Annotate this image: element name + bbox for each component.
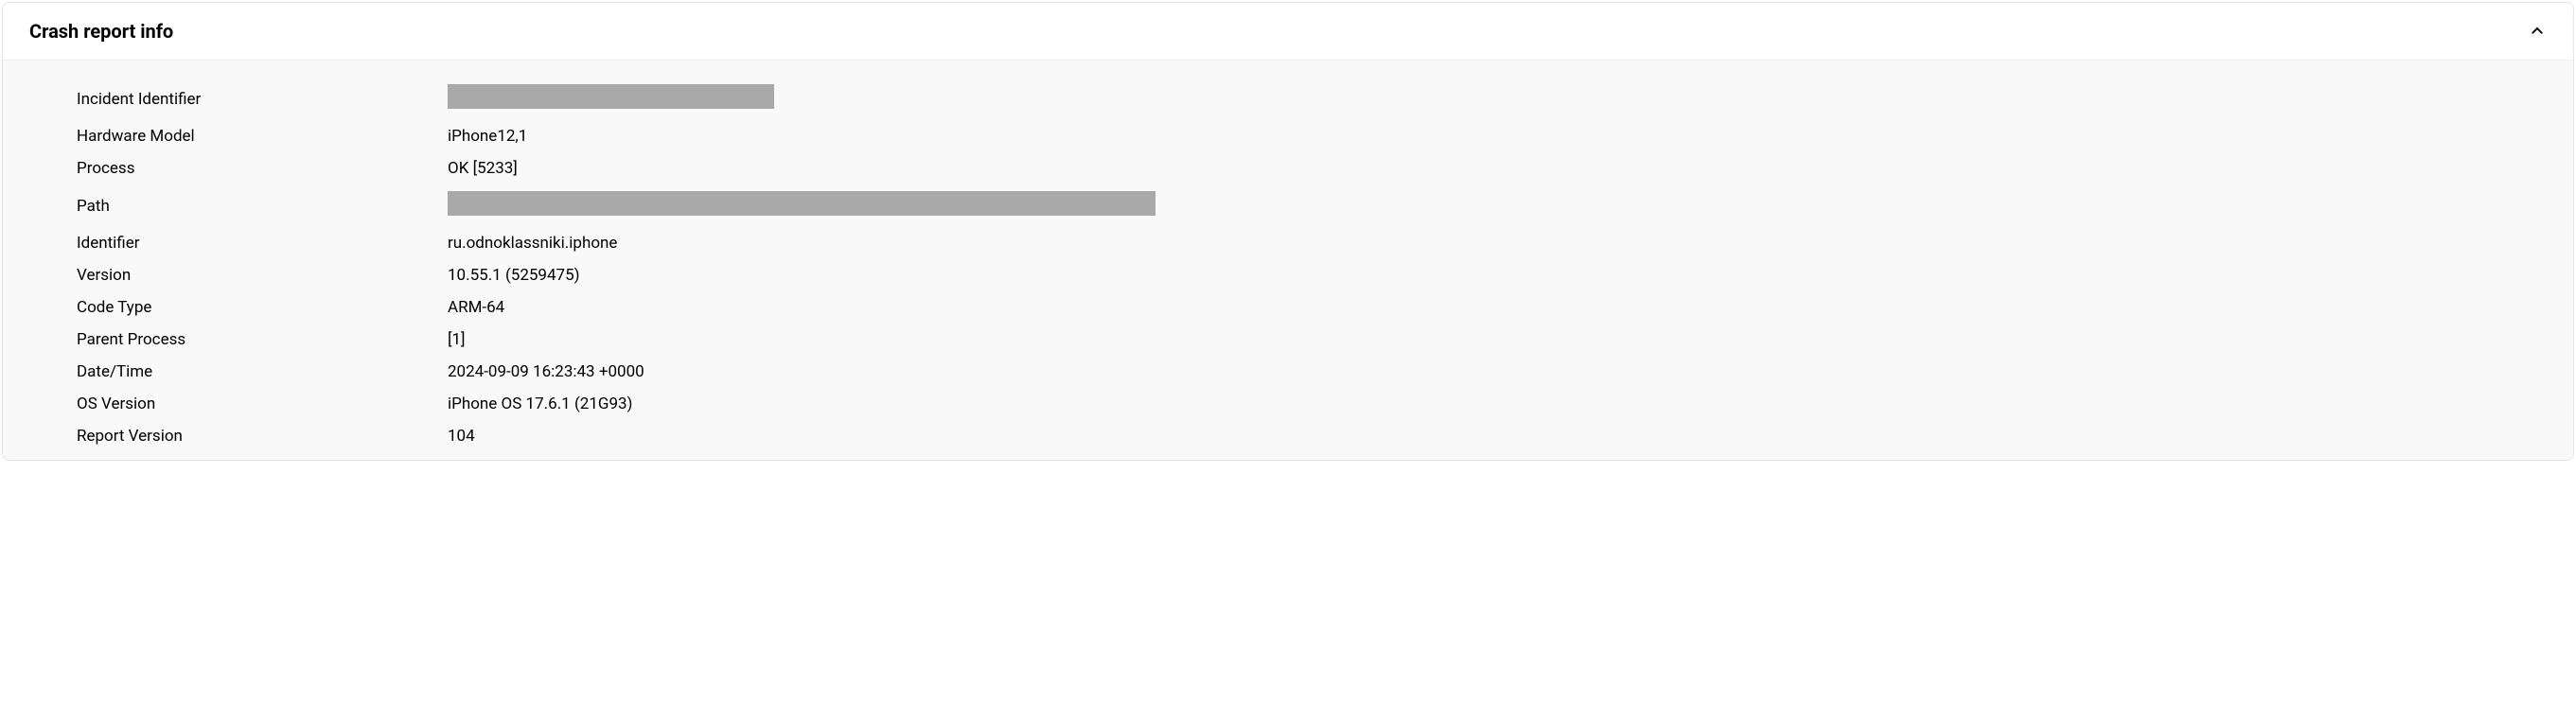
info-row: Code Type ARM-64 (77, 291, 2547, 324)
info-label: Process (77, 159, 448, 178)
info-label: Date/Time (77, 362, 448, 381)
info-row: Path (77, 184, 2547, 227)
panel-body: Incident Identifier Hardware Model iPhon… (3, 60, 2573, 460)
info-value: ru.odnoklassniki.iphone (448, 234, 617, 253)
info-value: 104 (448, 427, 475, 446)
info-value: iPhone12,1 (448, 127, 527, 146)
info-label: Path (77, 197, 448, 216)
info-value: OK [5233] (448, 159, 518, 178)
crash-report-panel: Crash report info Incident Identifier Ha… (2, 2, 2574, 461)
info-row: OS Version iPhone OS 17.6.1 (21G93) (77, 388, 2547, 420)
info-row: Report Version 104 (77, 420, 2547, 452)
info-value: 10.55.1 (5259475) (448, 266, 580, 285)
info-label: Parent Process (77, 330, 448, 349)
panel-title: Crash report info (29, 20, 173, 43)
info-label: Incident Identifier (77, 90, 448, 109)
panel-header[interactable]: Crash report info (3, 3, 2573, 60)
info-value: [1] (448, 330, 466, 349)
info-label: Version (77, 266, 448, 285)
info-value: ARM-64 (448, 298, 504, 317)
info-value: 2024-09-09 16:23:43 +0000 (448, 362, 644, 381)
chevron-up-icon (2528, 22, 2547, 41)
info-row: Date/Time 2024-09-09 16:23:43 +0000 (77, 356, 2547, 388)
info-label: Code Type (77, 298, 448, 317)
info-value-redacted (448, 191, 1156, 220)
info-row: Version 10.55.1 (5259475) (77, 259, 2547, 291)
info-label: OS Version (77, 395, 448, 413)
info-row: Identifier ru.odnoklassniki.iphone (77, 227, 2547, 259)
info-label: Hardware Model (77, 127, 448, 146)
info-label: Report Version (77, 427, 448, 446)
info-row: Hardware Model iPhone12,1 (77, 120, 2547, 152)
info-value: iPhone OS 17.6.1 (21G93) (448, 395, 632, 413)
info-row: Process OK [5233] (77, 152, 2547, 184)
info-label: Identifier (77, 234, 448, 253)
info-value-redacted (448, 84, 774, 114)
info-row: Parent Process [1] (77, 324, 2547, 356)
info-row: Incident Identifier (77, 78, 2547, 120)
